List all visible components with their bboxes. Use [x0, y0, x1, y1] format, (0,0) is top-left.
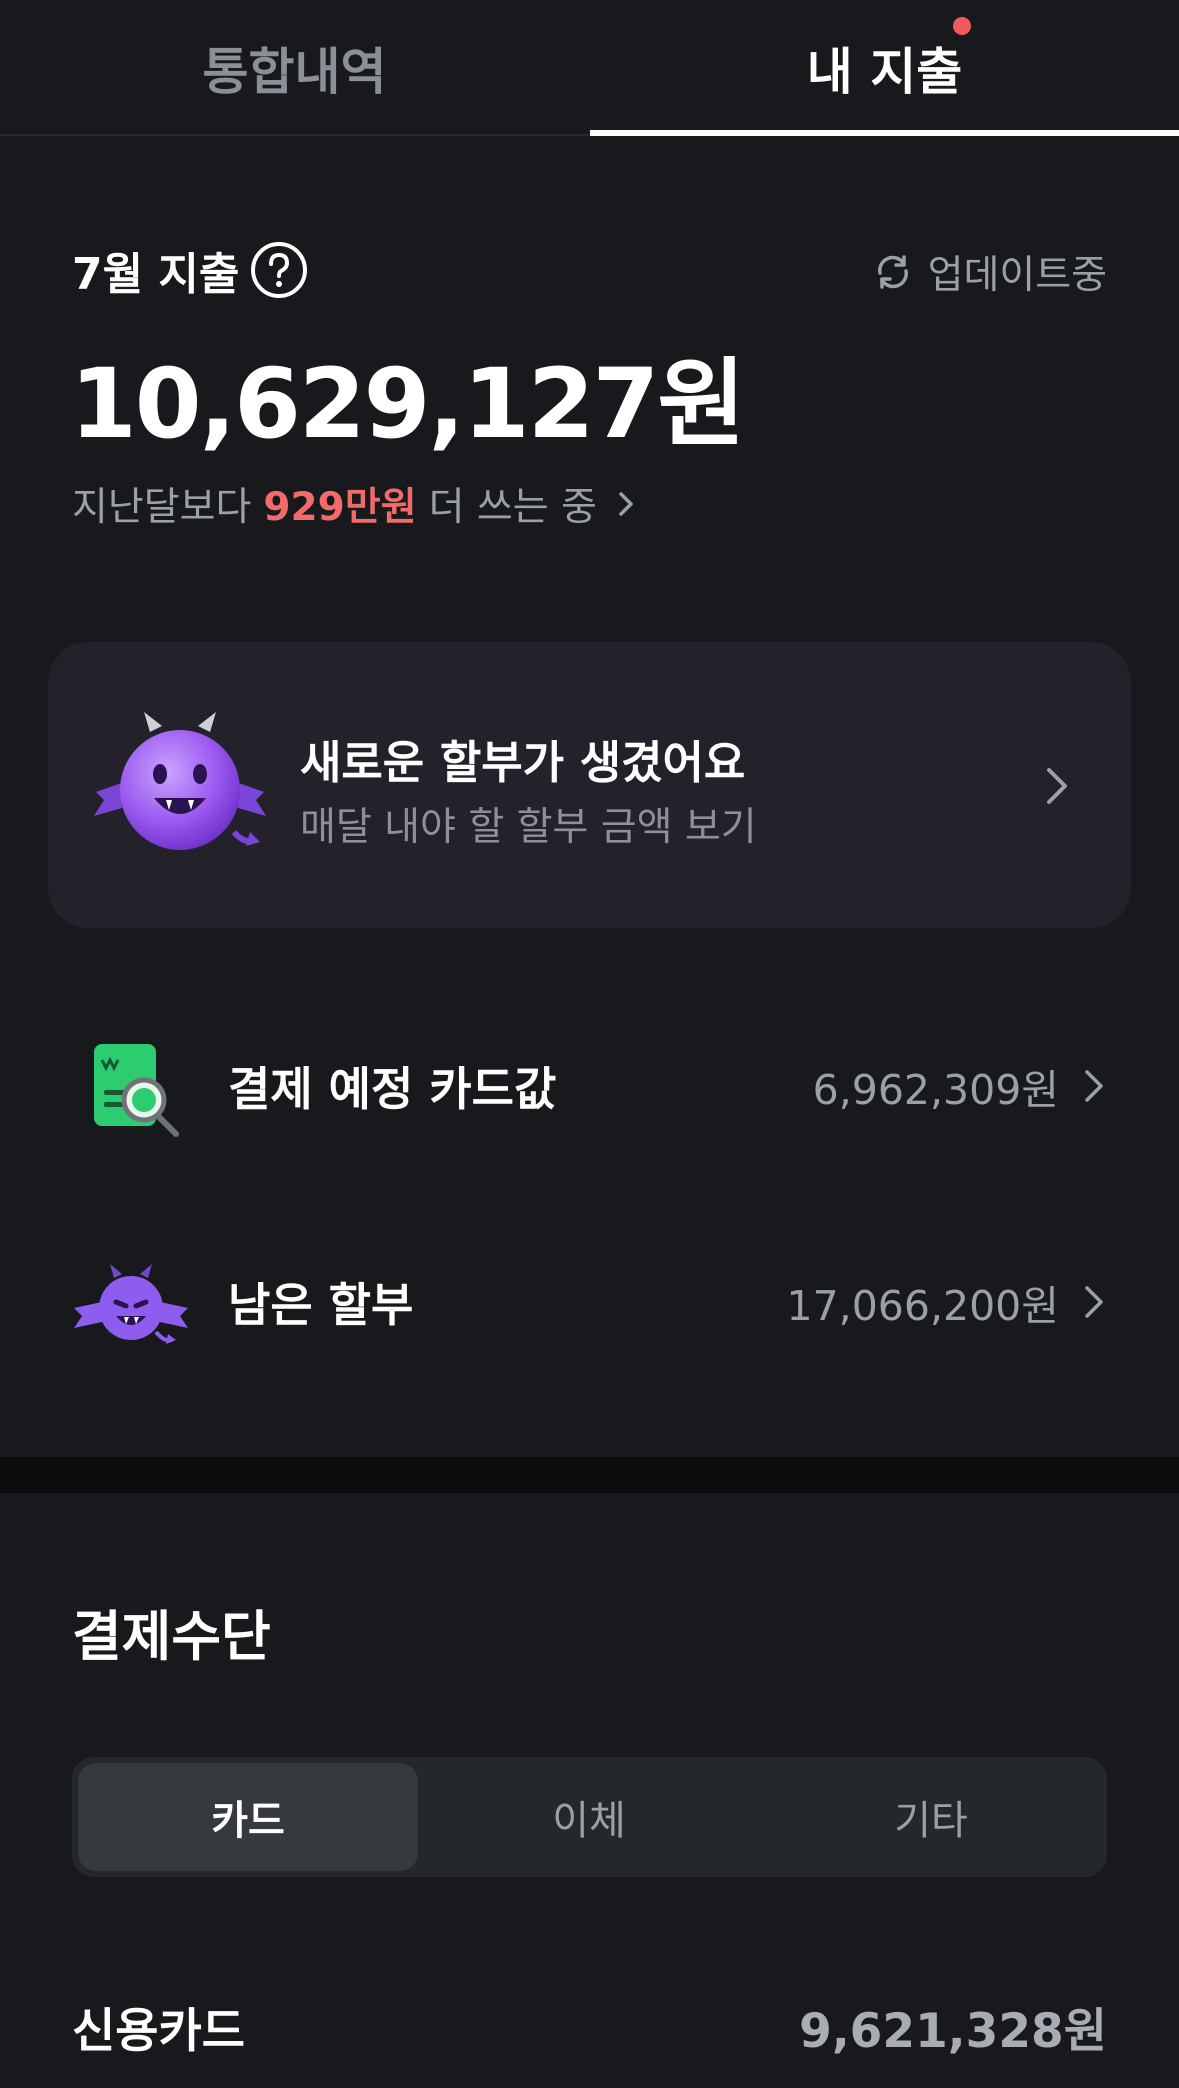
chevron-right-icon: [1047, 768, 1067, 804]
segment-other[interactable]: 기타: [761, 1763, 1101, 1871]
top-tab-bar: 통합내역 내 지출: [0, 0, 1179, 136]
banner-title: 새로운 할부가 생겼어요: [300, 736, 746, 789]
devil-icon: [74, 1264, 188, 1344]
new-installment-banner[interactable]: 새로운 할부가 생겼어요 매달 내야 할 할부 금액 보기: [48, 642, 1131, 928]
credit-card-label: 신용카드: [72, 2004, 245, 2059]
banner-subtitle: 매달 내야 할 할부 금액 보기: [300, 805, 757, 850]
update-status-label: 업데이트중: [927, 253, 1107, 298]
credit-card-amount: 9,621,328원: [799, 2004, 1107, 2059]
notification-dot: [953, 17, 971, 35]
row-label: 결제 예정 카드값: [228, 1062, 557, 1116]
help-icon[interactable]: [249, 240, 309, 300]
tab-combined-history[interactable]: 통합내역: [0, 0, 589, 136]
chevron-right-icon: [1085, 1286, 1103, 1318]
update-status[interactable]: 업데이트중: [872, 244, 1107, 300]
section-divider: [0, 1457, 1179, 1493]
devil-mascot-icon: [94, 712, 266, 850]
month-title-row: 7월 지출: [72, 238, 309, 302]
receipt-search-icon: [94, 1044, 179, 1137]
comparison-amount: 929만원: [263, 485, 417, 530]
chevron-right-icon: [1085, 1070, 1103, 1102]
row-value: 6,962,309원: [812, 1066, 1059, 1114]
payment-method-segmented-control: 카드 이체 기타: [72, 1757, 1107, 1877]
segment-transfer[interactable]: 이체: [419, 1763, 759, 1871]
total-spending-amount: 10,629,127원: [70, 348, 746, 460]
payment-methods-title: 결제수단: [72, 1605, 271, 1668]
my-spending-screen: 통합내역 내 지출 7월 지출 업데이트중 10,629,127원 지난달보다 …: [0, 0, 1179, 2088]
row-value: 17,066,200원: [786, 1282, 1059, 1330]
comparison-suffix: 더 쓰는 중: [428, 485, 597, 530]
list-item-remaining-installment[interactable]: 남은 할부 17,066,200원: [0, 1232, 1179, 1372]
chevron-right-icon: [619, 492, 633, 516]
row-label: 남은 할부: [228, 1278, 414, 1332]
list-item-upcoming-card-bill[interactable]: 결제 예정 카드값 6,962,309원: [0, 1016, 1179, 1156]
segment-card[interactable]: 카드: [78, 1763, 418, 1871]
refresh-icon: [877, 255, 908, 289]
month-spending-title: 7월 지출: [72, 249, 240, 300]
comparison-prefix: 지난달보다: [72, 485, 252, 530]
tab-my-spending[interactable]: 내 지출: [590, 0, 1179, 136]
month-comparison[interactable]: 지난달보다 929만원 더 쓰는 중: [72, 476, 639, 532]
active-tab-indicator: [590, 130, 1179, 136]
